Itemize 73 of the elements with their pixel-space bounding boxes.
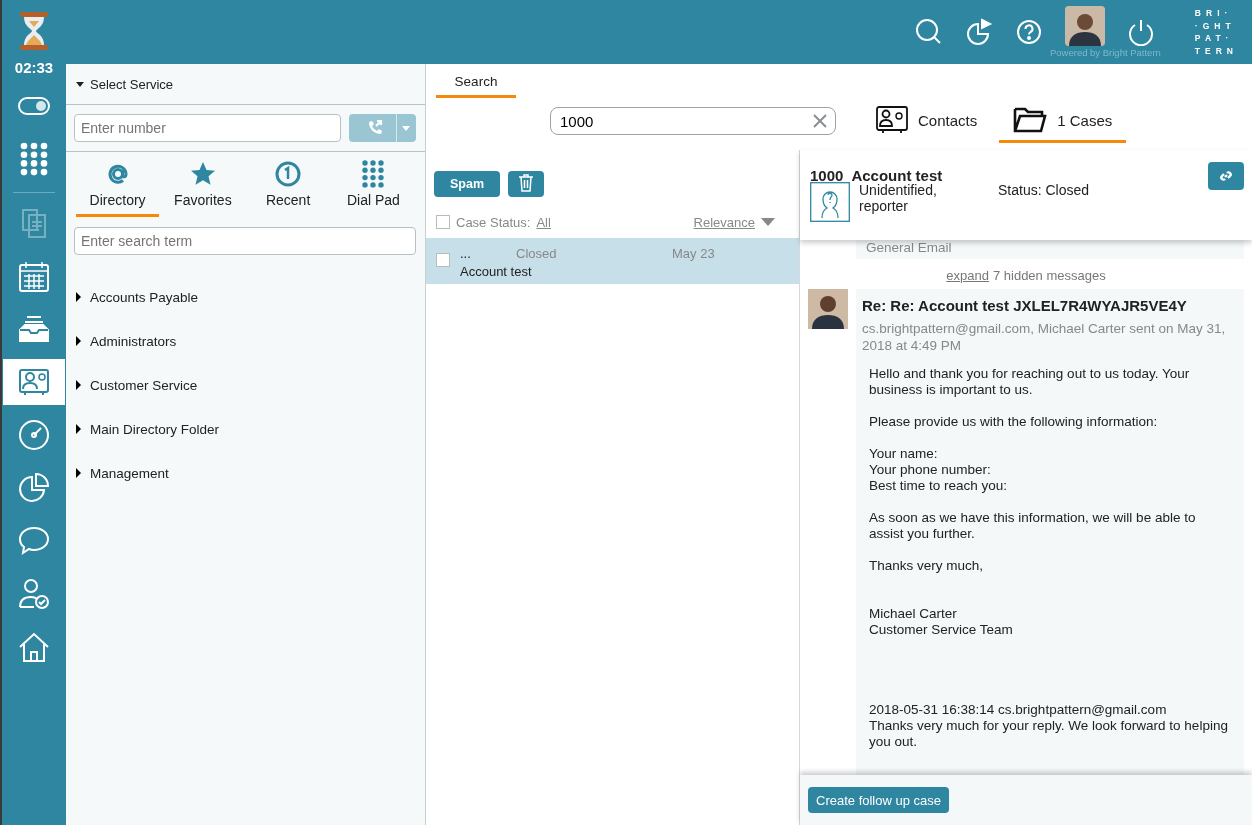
hidden-messages-note: 7 hidden messages [992, 268, 1106, 283]
folder-icon [1013, 106, 1048, 134]
message-subject: Re: Re: Account test JXLEL7R4WYAJR5VE4Y [862, 297, 1188, 314]
case-checkbox[interactable] [436, 253, 450, 267]
link-icon [1218, 168, 1234, 184]
clear-icon[interactable] [813, 114, 827, 128]
select-all-checkbox[interactable] [436, 215, 450, 229]
caret-icon [76, 81, 84, 87]
expand-link[interactable]: expand [946, 268, 989, 283]
sort-caret-icon[interactable] [761, 218, 775, 226]
folder-item[interactable]: Administrators [76, 319, 425, 363]
trash-icon [518, 173, 535, 192]
directory-tab[interactable]: Favorites [161, 160, 245, 217]
search-field[interactable]: 1000 [550, 107, 836, 135]
folder-item[interactable]: Customer Service [76, 363, 425, 407]
result-tab[interactable]: 1 Cases [999, 104, 1127, 143]
directory-tab[interactable]: Dial Pad [331, 160, 415, 217]
select-service-toggle[interactable]: Select Service [66, 64, 425, 105]
avatar[interactable] [1064, 6, 1105, 46]
pie-chart-icon[interactable] [964, 18, 993, 46]
powered-by-text: Powered by Bright Pattern [1049, 47, 1161, 58]
hourglass-icon [18, 11, 50, 51]
folder-item[interactable]: Accounts Payable [76, 275, 425, 319]
case-status-link[interactable]: All [536, 214, 551, 230]
spam-button[interactable]: Spam [434, 171, 501, 197]
previous-message-label: General Email [856, 240, 1244, 259]
directory-search-input[interactable]: Enter search term [74, 227, 416, 255]
message-text: Thanks very much, [869, 558, 985, 574]
help-icon[interactable] [1014, 18, 1043, 46]
result-tab[interactable]: Contacts [876, 104, 1000, 143]
home-icon [17, 630, 51, 664]
chat-bubble-icon [17, 524, 51, 558]
message-text: Hello and thank you for reaching out to us today. Your business is important to us. [869, 366, 1191, 398]
case-number: 1000 [810, 166, 844, 184]
case-title: Account test [851, 166, 943, 184]
delete-button[interactable] [508, 171, 545, 197]
user-check-icon [17, 577, 51, 611]
message-text: Best time to reach you: [869, 478, 1009, 494]
search-icon[interactable] [914, 18, 943, 46]
follow-up-button[interactable]: Create follow up case [808, 787, 949, 813]
message-text: Customer Service Team [869, 622, 1014, 638]
clock-icon [274, 160, 303, 188]
avatar [808, 289, 848, 329]
case-status-label: Case Status: [456, 214, 531, 230]
message-meta: cs.brightpattern@gmail.com, Michael Carter sent on May 31, 2018 at 4:49 PM [862, 320, 1227, 354]
timer: 02:33 [14, 59, 54, 76]
search-tab[interactable]: Search [436, 64, 516, 98]
message-text: Your phone number: [869, 462, 992, 478]
message-text: Michael Carter [869, 606, 958, 622]
select-service-label: Select Service [90, 76, 174, 92]
unknown-person-icon [810, 182, 850, 222]
directory-tab[interactable]: Recent [246, 160, 330, 217]
contact-card-icon [876, 106, 908, 134]
nav-button[interactable] [3, 359, 65, 405]
message-text: Your name: [869, 446, 939, 462]
folder-item[interactable]: Main Directory Folder [76, 407, 425, 451]
number-input[interactable]: Enter number [74, 114, 341, 142]
case-status-text: Status: Closed [998, 182, 1090, 198]
message-text: Please provide us with the following information: [869, 414, 1159, 430]
message-text: Thanks very much for your reply. We look forward to helping you out. [869, 718, 1229, 750]
message-text: As soon as we have this information, we will be able to assist you further. [869, 510, 1197, 542]
directory-tab[interactable]: Directory [76, 160, 160, 217]
case-row[interactable]: ... Closed May 23 Account test [426, 238, 799, 284]
pie-chart-icon [17, 471, 51, 505]
logo: BRI· ·GHT PAT· TERN [1194, 7, 1238, 57]
power-icon[interactable] [1126, 18, 1155, 46]
sort-link[interactable]: Relevance [693, 214, 755, 230]
calendar-icon [17, 259, 51, 293]
link-button[interactable] [1208, 162, 1244, 190]
gauge-icon [17, 418, 51, 452]
folder-item[interactable]: Management [76, 451, 425, 495]
reporter-text: Unidentified, reporter [859, 182, 938, 214]
message-text: 2018-05-31 16:38:14 cs.brightpattern@gmail.com [869, 702, 1168, 718]
